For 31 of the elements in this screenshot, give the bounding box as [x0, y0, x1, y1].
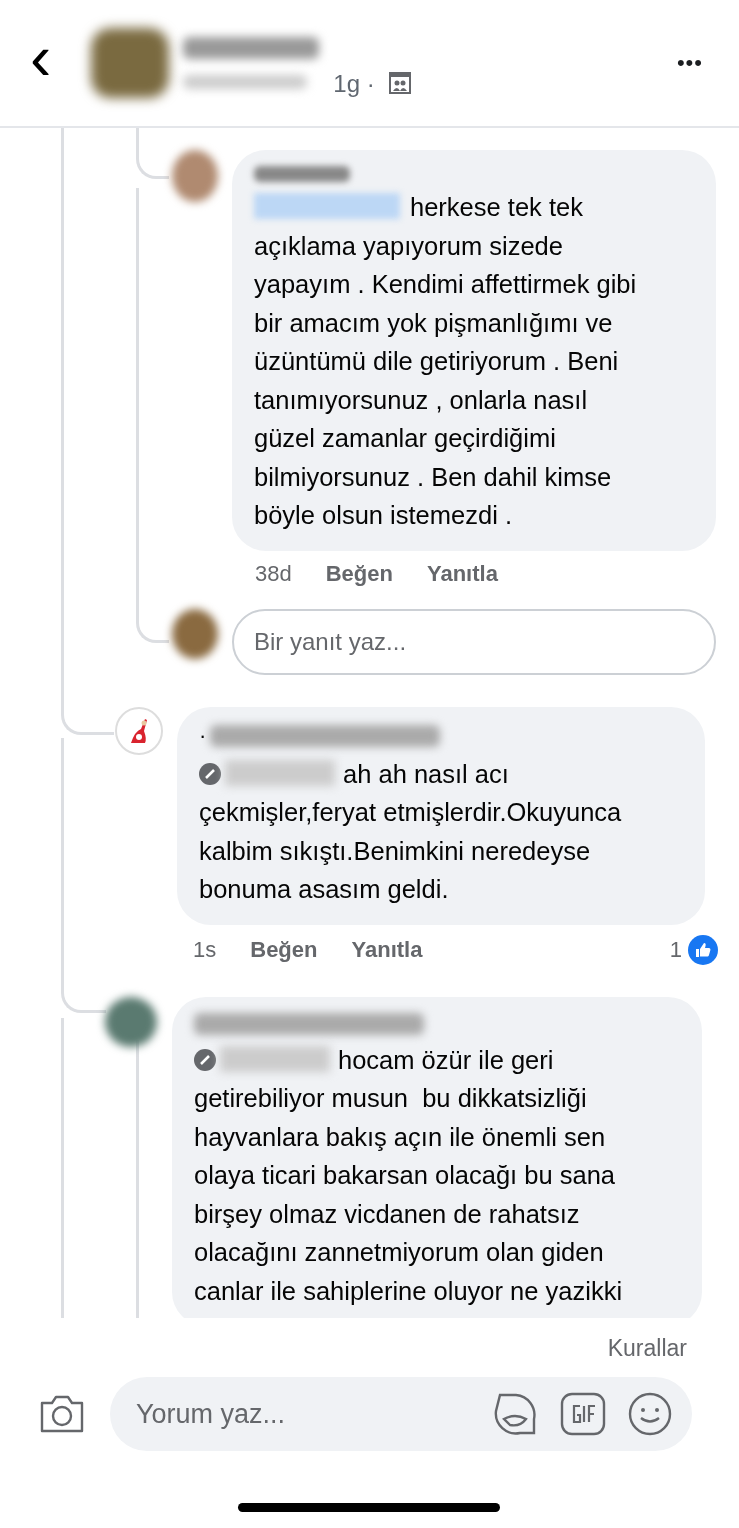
reply-link[interactable]: Yanıtla	[426, 560, 498, 587]
reply-link[interactable]: Yanıtla	[351, 936, 423, 963]
camera-icon[interactable]	[38, 1393, 86, 1435]
comment-bar[interactable]: Yorum yaz...	[110, 1377, 692, 1451]
like-link[interactable]: Beğen	[250, 936, 318, 963]
like-icon	[688, 934, 718, 965]
comment-text: herkese tek tek açıklama yapıyorum sizede yapayım . Kendimi affettirmek gibi bir amacım yok pişmanlığımı ve üzüntümü dile getiriyorum . Beni tanımıyorsunuz , onlarla nasıl güzel zamanlar geçirdiğimi bilmiyorsunuz . Ben dahil kimse böyle olsun istemezdi .	[254, 192, 638, 531]
comment-text: hocam özür ile geri getirebiliyor musun bu dikkatsizliği hayvanlara bakış açın ile önemli sen olaya ticari bakarsan olacağı bu sana birşey olmaz vicdanen de rahatsız olacağını zannetmiyorum olan giden canlar ile sahiplerine oluyor ne yazikki	[194, 1044, 624, 1307]
edit-icon	[199, 762, 221, 785]
gif-icon[interactable]	[560, 1392, 606, 1436]
friends-icon	[388, 72, 411, 94]
back-button[interactable]: ‹	[30, 25, 52, 101]
user-avatar[interactable]	[172, 608, 218, 659]
sticker-icon[interactable]	[492, 1391, 538, 1437]
post-time: 1g ·	[333, 70, 375, 98]
name-prefix: ·	[199, 722, 207, 749]
user-avatar[interactable]	[172, 150, 218, 202]
edit-icon	[194, 1048, 216, 1071]
like-link[interactable]: Beğen	[325, 560, 393, 587]
reply-field[interactable]: Bir yanıt yaz...	[232, 608, 716, 675]
user-avatar[interactable]	[105, 996, 157, 1047]
emoji-icon[interactable]	[628, 1392, 672, 1436]
thread-connector	[136, 588, 169, 643]
more-button[interactable]: •••	[670, 49, 709, 77]
comment-time: 38d	[255, 560, 292, 587]
rules-link[interactable]: Kurallar	[601, 1334, 693, 1363]
like-count: 1	[669, 936, 682, 963]
comment-field[interactable]: Yorum yaz...	[134, 1397, 470, 1431]
comment-time: 1s	[193, 936, 217, 963]
comment-text: ah ah nasıl acı çekmişler,feryat etmişlerdir.Okuyunca kalbim sıkıştı.Benimkini neredeyse bonuma asasım geldi.	[199, 758, 623, 905]
user-avatar[interactable]	[115, 706, 163, 755]
